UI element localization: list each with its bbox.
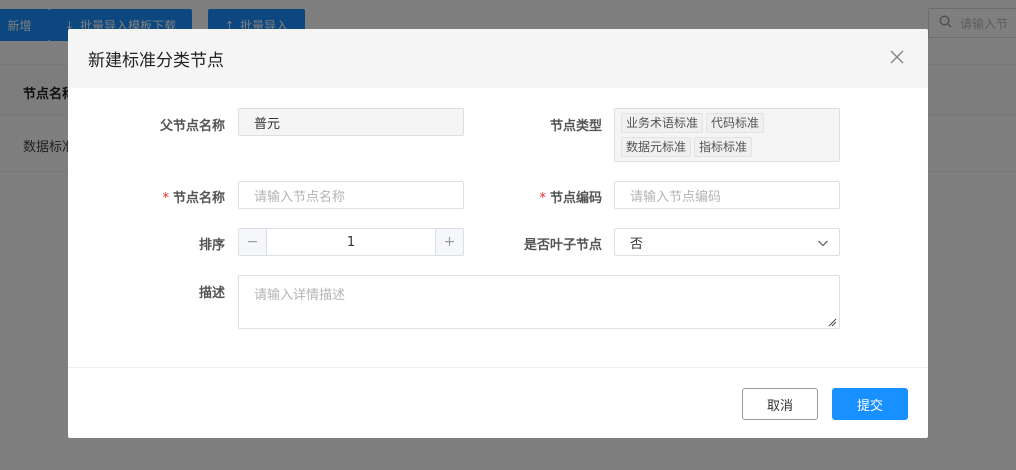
node-code-label: * 节点编码 (539, 191, 602, 206)
node-type-tag: 数据元标准 (621, 137, 692, 157)
description-label: 描述 (198, 286, 225, 301)
required-mark: * (162, 191, 169, 206)
is-leaf-label: 是否叶子节点 (523, 238, 602, 253)
node-name-label: * 节点名称 (162, 191, 225, 206)
create-node-dialog: 新建标准分类节点 父节点名称 普元 节点类型 业务术语标准 代码标准 数据元标准指… (68, 29, 928, 438)
node-type-field: 业务术语标准 代码标准 数据元标准 指标标准 (614, 108, 840, 162)
node-type-tag: 业务术语标准 (621, 113, 704, 133)
required-mark: * (539, 191, 546, 206)
sort-stepper: − 1 + (238, 228, 464, 256)
chevron-down-icon (817, 237, 829, 249)
sort-value-input[interactable]: 1 (267, 229, 435, 255)
submit-button[interactable]: 提交 (832, 388, 908, 420)
decrement-button[interactable]: − (239, 229, 267, 255)
dialog-header: 新建标准分类节点 (68, 29, 928, 88)
is-leaf-select[interactable]: 否 (614, 228, 840, 256)
node-type-tag: 指标标准 (694, 137, 753, 157)
footer-divider (68, 367, 928, 368)
resize-handle-icon[interactable] (827, 316, 837, 327)
parent-name-label: 父节点名称 (159, 119, 225, 134)
close-icon[interactable] (886, 46, 908, 68)
node-type-tag: 代码标准 (706, 113, 765, 133)
dialog-title: 新建标准分类节点 (88, 51, 224, 71)
node-name-input[interactable]: 请输入节点名称 (238, 181, 464, 209)
node-type-label: 节点类型 (549, 119, 602, 134)
cancel-button[interactable]: 取消 (742, 388, 818, 420)
sort-label: 排序 (198, 238, 225, 253)
parent-name-field: 普元 (238, 108, 464, 136)
node-code-input[interactable]: 请输入节点编码 (614, 181, 840, 209)
description-textarea[interactable]: 请输入详情描述 (238, 275, 840, 329)
increment-button[interactable]: + (435, 229, 463, 255)
